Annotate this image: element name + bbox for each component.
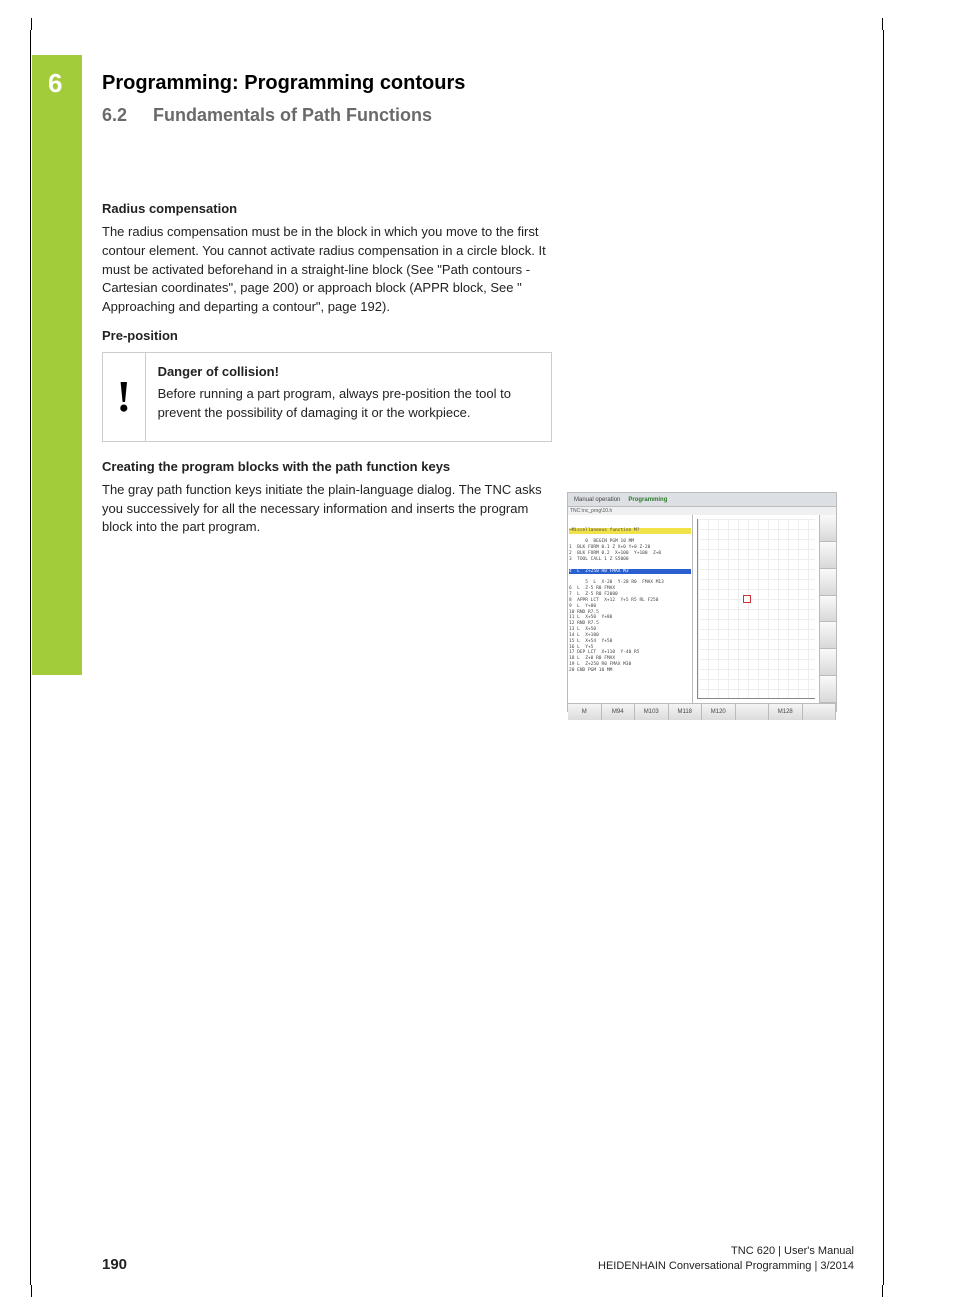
section-number: 6.2 (102, 105, 148, 126)
warning-text: Danger of collision! Before running a pa… (146, 353, 551, 433)
ss-side-btn (820, 649, 836, 676)
page-number: 190 (102, 1256, 127, 1273)
crop-marks-top (31, 18, 883, 30)
softkey-empty (736, 704, 770, 720)
ss-highlight-active-line: 4 L Z+250 R0 FMAX M3 (569, 569, 691, 575)
warning-title: Danger of collision! (158, 363, 539, 382)
footer-line-2: HEIDENHAIN Conversational Programming | … (598, 1259, 854, 1273)
softkey-m103: M103 (635, 704, 669, 720)
ss-side-btn (820, 569, 836, 596)
exclamation-icon: ! (116, 375, 131, 419)
ss-side-btn (820, 622, 836, 649)
page-footer: 190 TNC 620 | User's Manual HEIDENHAIN C… (102, 1244, 854, 1273)
ss-side-btn (820, 542, 836, 569)
ss-code-lines-2: 5 L X-20 Y-20 R0 FMAX M13 6 L Z-5 R0 FMA… (569, 580, 664, 673)
softkey-m: M (568, 704, 602, 720)
ss-tab-manual: Manual operation (570, 496, 624, 504)
footer-right: TNC 620 | User's Manual HEIDENHAIN Conve… (598, 1244, 854, 1273)
heading-creating-blocks: Creating the program blocks with the pat… (102, 458, 552, 477)
warning-body: Before running a part program, always pr… (158, 385, 539, 423)
ss-graphics-panel (693, 515, 820, 703)
softkey-empty (803, 704, 837, 720)
section-name: Fundamentals of Path Functions (153, 105, 432, 125)
page-header: Programming: Programming contours 6.2 Fu… (102, 72, 465, 126)
section-title: 6.2 Fundamentals of Path Functions (102, 105, 465, 126)
footer-line-1: TNC 620 | User's Manual (598, 1244, 854, 1258)
warning-box: ! Danger of collision! Before running a … (102, 352, 552, 442)
ss-tab-programming: Programming (624, 496, 671, 504)
ss-highlight-prompt: →Miscellaneous function M? (569, 528, 691, 534)
ss-code-panel: →Miscellaneous function M? 0 BEGIN PGM 1… (568, 515, 693, 703)
softkey-m128: M128 (769, 704, 803, 720)
ss-cursor-icon (743, 595, 751, 603)
para-creating-blocks: The gray path function keys initiate the… (102, 481, 552, 538)
ss-softkey-row: M M94 M103 M118 M120 M128 (568, 703, 836, 720)
para-radius-compensation: The radius compensation must be in the b… (102, 223, 552, 317)
tnc-screenshot: Manual operation Programming TNC:\nc_pro… (567, 492, 837, 712)
chapter-number: 6 (48, 68, 62, 99)
ss-body: →Miscellaneous function M? 0 BEGIN PGM 1… (568, 515, 836, 703)
softkey-m118: M118 (669, 704, 703, 720)
warning-icon-column: ! (103, 353, 146, 441)
softkey-m120: M120 (702, 704, 736, 720)
chapter-title: Programming: Programming contours (102, 72, 465, 95)
body-content: Radius compensation The radius compensat… (102, 200, 552, 547)
ss-code-lines-1: 0 BEGIN PGM 10 MM 1 BLK FORM 0.1 Z X+0 Y… (569, 539, 661, 562)
chapter-side-tab (32, 55, 82, 675)
heading-radius-compensation: Radius compensation (102, 200, 552, 219)
ss-side-btn (820, 676, 836, 703)
heading-pre-position: Pre-position (102, 327, 552, 346)
ss-side-buttons (820, 515, 836, 703)
ss-title-bar: Manual operation Programming (568, 493, 836, 507)
ss-subtitle: TNC:\nc_prog\10.h (568, 507, 836, 515)
ss-grid (697, 519, 815, 699)
crop-marks-bottom (31, 1285, 883, 1297)
ss-side-btn (820, 596, 836, 623)
softkey-m94: M94 (602, 704, 636, 720)
ss-side-btn (820, 515, 836, 542)
